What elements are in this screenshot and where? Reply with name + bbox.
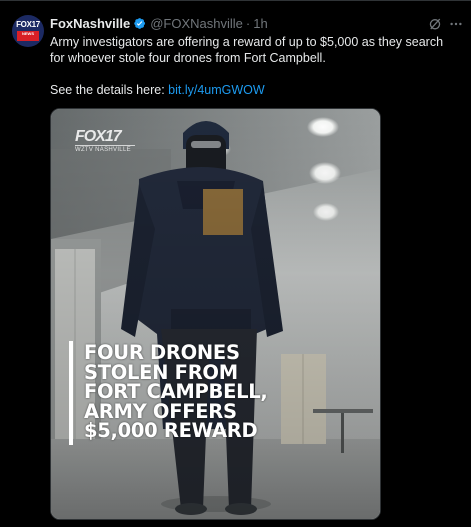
tweet-details-line: See the details here: bit.ly/4umGWOW — [50, 82, 455, 98]
headline-overlay: FOUR DRONES STOLEN FROM FORT CAMPBELL, A… — [84, 343, 374, 441]
grok-icon[interactable] — [428, 17, 442, 31]
fox17-watermark: FOX17 WZTV NASHVILLE — [75, 128, 135, 156]
watermark-station: WZTV NASHVILLE — [75, 145, 135, 154]
details-prefix: See the details here: — [50, 83, 169, 97]
tweet-media-image[interactable]: FOX17 WZTV NASHVILLE FOUR DRONES STOLEN … — [50, 108, 381, 520]
verified-badge-icon — [134, 18, 146, 29]
tweet-timestamp[interactable]: 1h — [253, 16, 267, 31]
tweet-text: Army investigators are offering a reward… — [50, 34, 455, 98]
avatar-logo-text: FOX17 — [16, 20, 40, 29]
avatar-logo-subtext: NEWS — [22, 31, 34, 36]
headline-line: FORT CAMPBELL, — [84, 380, 268, 403]
more-options-icon[interactable] — [449, 17, 463, 31]
headline-line: $5,000 REWARD — [84, 419, 258, 442]
watermark-logo: FOX17 — [75, 128, 122, 145]
display-name[interactable]: FoxNashville — [50, 16, 130, 31]
warehouse-photo — [51, 109, 380, 519]
tweet-body-text: Army investigators are offering a reward… — [50, 35, 444, 65]
user-handle[interactable]: @FOXNashville — [150, 16, 243, 31]
tweet[interactable]: FOX17 NEWS FoxNashville @FOXNashville · 1h… — [0, 0, 471, 527]
headline-accent-bar — [69, 341, 73, 445]
avatar[interactable]: FOX17 NEWS — [12, 15, 44, 47]
separator-dot: · — [245, 16, 251, 31]
headline-line: FOUR DRONES — [84, 341, 240, 364]
tweet-header: FoxNashville @FOXNashville · 1h — [50, 16, 268, 32]
details-link[interactable]: bit.ly/4umGWOW — [168, 83, 265, 97]
